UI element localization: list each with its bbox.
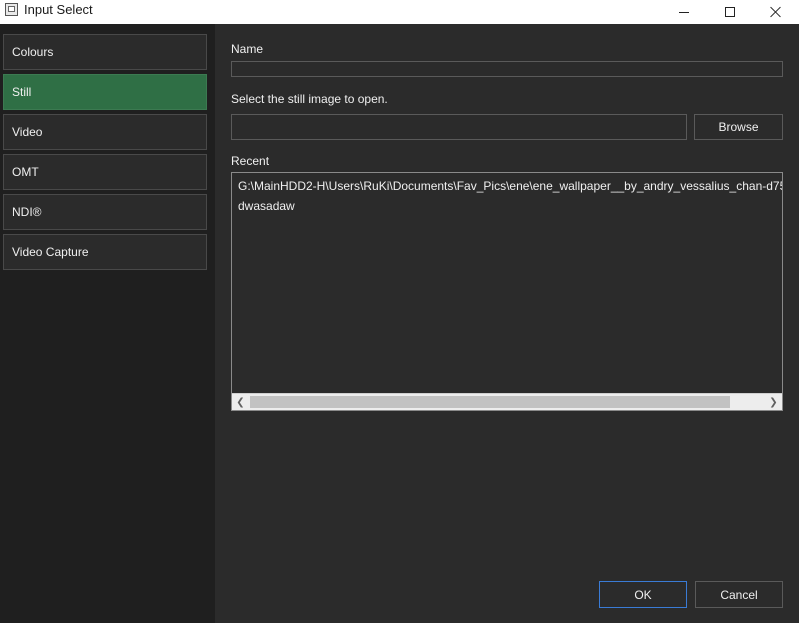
recent-label: Recent <box>231 154 270 168</box>
title-bar: Input Select <box>0 0 799 24</box>
sidebar-item-video[interactable]: Video <box>3 114 207 150</box>
file-path-input[interactable] <box>231 114 687 140</box>
browse-button[interactable]: Browse <box>694 114 783 140</box>
main-panel: Name Select the still image to open. Bro… <box>215 24 799 623</box>
app-window-icon <box>5 3 18 16</box>
scroll-left-icon[interactable]: ❮ <box>232 394 249 410</box>
sidebar-item-omt[interactable]: OMT <box>3 154 207 190</box>
input-type-sidebar: Colours Still Video OMT NDI® Video Captu… <box>0 24 215 623</box>
sidebar-item-colours[interactable]: Colours <box>3 34 207 70</box>
scroll-right-icon[interactable]: ❯ <box>765 394 782 410</box>
sidebar-item-video-capture[interactable]: Video Capture <box>3 234 207 270</box>
minimize-icon <box>679 11 689 13</box>
cancel-button[interactable]: Cancel <box>695 581 783 608</box>
close-button[interactable] <box>753 0 799 24</box>
name-label: Name <box>231 42 264 56</box>
sidebar-item-ndi[interactable]: NDI® <box>3 194 207 230</box>
list-item[interactable]: G:\MainHDD2-H\Users\RuKi\Documents\Fav_P… <box>238 179 782 193</box>
minimize-button[interactable] <box>661 0 707 24</box>
recent-files-list[interactable]: G:\MainHDD2-H\Users\RuKi\Documents\Fav_P… <box>231 172 783 411</box>
ok-button[interactable]: OK <box>599 581 687 608</box>
maximize-button[interactable] <box>707 0 753 24</box>
still-image-label: Select the still image to open. <box>231 92 388 106</box>
scrollbar-thumb[interactable] <box>250 396 730 408</box>
list-item[interactable]: dwasadaw <box>238 199 295 213</box>
horizontal-scrollbar[interactable]: ❮ ❯ <box>232 393 782 410</box>
window-title: Input Select <box>24 2 93 17</box>
sidebar-item-still[interactable]: Still <box>3 74 207 110</box>
close-icon <box>770 6 782 18</box>
name-input[interactable] <box>231 61 783 77</box>
maximize-icon <box>725 7 735 17</box>
